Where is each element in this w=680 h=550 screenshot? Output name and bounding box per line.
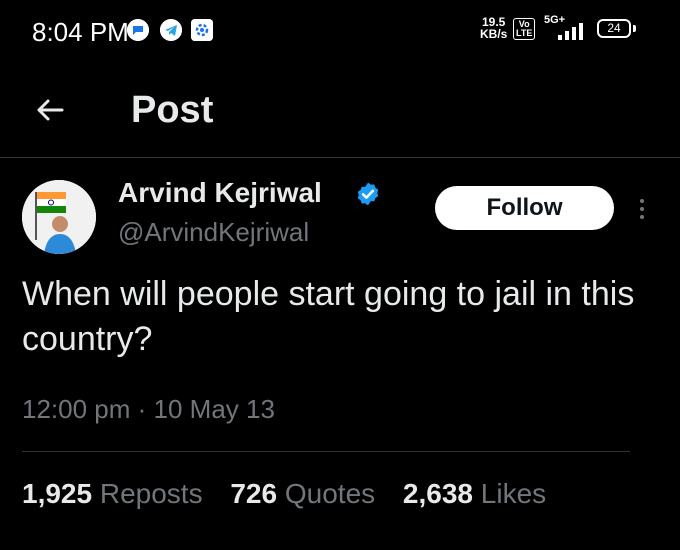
signal-icon: 5G+ — [544, 14, 590, 44]
page-title: Post — [131, 89, 214, 131]
settings-app-icon — [191, 19, 213, 41]
follow-button[interactable]: Follow — [435, 186, 614, 230]
divider — [22, 451, 630, 452]
display-name[interactable]: Arvind Kejriwal — [118, 177, 322, 209]
more-options-icon[interactable] — [630, 193, 654, 225]
back-button[interactable] — [26, 86, 74, 134]
tweet-timestamp[interactable]: 12:00 pm · 10 May 13 — [22, 394, 275, 425]
volte-icon: Vo LTE — [513, 18, 536, 40]
network-speed-unit: KB/s — [480, 27, 508, 41]
back-arrow-icon — [37, 99, 64, 121]
network-speed: 19.5 KB/s — [480, 16, 507, 40]
quotes-stat[interactable]: 726 Quotes — [230, 478, 375, 509]
likes-label: Likes — [480, 478, 547, 509]
avatar[interactable] — [22, 180, 96, 254]
status-bar: 8:04 PM 19.5 KB/s Vo LTE 5G+ 24 — [0, 0, 680, 62]
reposts-label: Reposts — [99, 478, 203, 509]
volte-bottom: LTE — [516, 28, 533, 38]
telegram-icon — [160, 19, 182, 41]
quotes-label: Quotes — [284, 478, 376, 509]
battery-icon: 24 — [597, 19, 631, 38]
header: Post — [0, 62, 680, 158]
battery-tip — [633, 25, 636, 32]
reposts-count: 1,925 — [22, 478, 93, 509]
quotes-count: 726 — [230, 478, 278, 509]
likes-count: 2,638 — [402, 478, 473, 509]
verified-badge-icon — [357, 182, 379, 206]
battery-level: 24 — [607, 21, 621, 35]
likes-stat[interactable]: 2,638 Likes — [403, 478, 546, 509]
tweet-text: When will people start going to jail in … — [22, 275, 635, 358]
engagement-stats: 1,925 Reposts 726 Quotes 2,638 Likes — [22, 478, 566, 510]
status-time: 8:04 PM — [32, 17, 129, 47]
user-handle[interactable]: @ArvindKejriwal — [118, 217, 309, 248]
signal-bars — [558, 23, 583, 40]
chat-app-icon — [127, 19, 149, 41]
reposts-stat[interactable]: 1,925 Reposts — [22, 478, 203, 509]
